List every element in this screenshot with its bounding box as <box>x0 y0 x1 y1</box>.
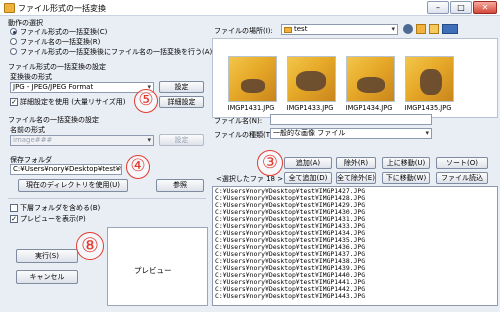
name-format-select[interactable]: image### <box>10 135 154 146</box>
load-file-button[interactable]: ファイル読込 <box>436 172 488 184</box>
title-bar: ファイル形式の一括変換 – □ ✕ <box>0 0 500 16</box>
selected-files-label: <選択したファ 18 > <box>216 175 284 183</box>
rename-settings-button[interactable]: 設定 <box>159 134 204 146</box>
add-all-button[interactable]: 全て追加(D) <box>284 172 332 184</box>
mode-option-format[interactable]: ファイル形式の一括変換(C) <box>20 27 107 37</box>
filetype-select[interactable]: 一般的な画像 ファイル <box>270 128 432 139</box>
mode-option-both[interactable]: ファイル形式の一括変換後にファイル名の一括変換を行う(A) <box>20 47 212 57</box>
add-button[interactable]: 追加(A) <box>284 157 332 169</box>
thumbnail-name[interactable]: IMGP1433.JPG <box>277 104 343 112</box>
advanced-settings-button[interactable]: 詳細設定 <box>159 96 204 108</box>
location-value: test <box>294 25 308 33</box>
mode-radio-format[interactable] <box>10 28 17 35</box>
thumbnail-name[interactable]: IMGP1435.JPG <box>395 104 461 112</box>
location-select[interactable]: test <box>281 24 398 35</box>
location-label: ファイルの場所(I): <box>214 27 273 35</box>
filename-input[interactable] <box>270 114 432 125</box>
divider <box>8 198 206 199</box>
window-title: ファイル形式の一括変換 <box>18 4 106 13</box>
run-button[interactable]: 実行(S) <box>16 249 78 263</box>
preview-checkbox[interactable]: ✓ <box>10 215 18 223</box>
back-icon[interactable] <box>403 24 413 34</box>
app-icon <box>4 3 15 13</box>
output-folder-input[interactable]: C:¥Users¥nory¥Desktop¥test¥trans¥ <box>10 164 122 175</box>
folder-icon <box>284 27 292 33</box>
annotation-3: ③ <box>257 150 283 176</box>
view-menu-icon[interactable] <box>442 24 458 34</box>
sort-button[interactable]: ソート(O) <box>436 157 488 169</box>
format-settings-button[interactable]: 設定 <box>159 81 204 93</box>
browse-button[interactable]: 参照 <box>156 179 204 192</box>
thumbnail-image[interactable] <box>228 56 277 102</box>
subfolders-checkbox-label[interactable]: 下層フォルダを含める(B) <box>20 203 100 213</box>
mode-option-rename[interactable]: ファイル名の一括変換(R) <box>20 37 100 47</box>
annotation-8: ⑧ <box>76 232 104 260</box>
maximize-button[interactable]: □ <box>450 1 472 14</box>
filetype-label: ファイルの種類(T): <box>214 131 276 139</box>
minimize-button[interactable]: – <box>427 1 449 14</box>
use-current-dir-button[interactable]: 現在のディレクトリを使用(U) <box>18 179 128 192</box>
annotation-5: ⑤ <box>134 89 158 113</box>
up-folder-icon[interactable] <box>416 24 426 34</box>
format-select[interactable]: JPG - JPEG/JPEG Format <box>10 82 154 93</box>
move-up-button[interactable]: 上に移動(U) <box>382 157 430 169</box>
thumbnail-image[interactable] <box>287 56 336 102</box>
close-button[interactable]: ✕ <box>473 1 497 14</box>
subfolders-checkbox[interactable] <box>10 204 18 212</box>
remove-button[interactable]: 除外(R) <box>336 157 376 169</box>
preview-checkbox-label[interactable]: プレビューを表示(P) <box>20 214 86 224</box>
mode-radio-rename[interactable] <box>10 38 17 45</box>
filename-label: ファイル名(N): <box>214 117 263 125</box>
format-section-label: ファイル形式の一括変換の設定 <box>8 63 106 71</box>
mode-radio-both[interactable] <box>10 48 17 55</box>
thumbnail-image[interactable] <box>346 56 395 102</box>
preview-pane: プレビュー <box>107 227 208 306</box>
move-down-button[interactable]: 下に移動(W) <box>382 172 430 184</box>
annotation-4: ④ <box>126 155 150 179</box>
preview-label: プレビュー <box>134 266 172 275</box>
format-label: 変換後の形式 <box>10 73 52 81</box>
cancel-button[interactable]: キャンセル <box>16 270 78 284</box>
thumbnail-name[interactable]: IMGP1434.JPG <box>336 104 402 112</box>
rename-section-label: ファイル名の一括変換の設定 <box>8 116 99 124</box>
remove-all-button[interactable]: 全て除外(E) <box>336 172 376 184</box>
new-folder-icon[interactable] <box>429 24 439 34</box>
name-format-label: 名前の形式 <box>10 126 45 134</box>
advanced-checkbox[interactable]: ✓ <box>10 98 18 106</box>
list-item[interactable]: C:¥Users¥nory¥Desktop¥test¥IMGP1443.JPG <box>215 293 365 300</box>
advanced-checkbox-label[interactable]: 詳細設定を使用 (大量リサイズ用) <box>20 97 125 107</box>
thumbnail-name[interactable]: IMGP1431.JPG <box>218 104 284 112</box>
thumbnail-image[interactable] <box>405 56 454 102</box>
selected-files-list[interactable]: C:¥Users¥nory¥Desktop¥test¥IMGP1427.JPG … <box>212 186 498 306</box>
